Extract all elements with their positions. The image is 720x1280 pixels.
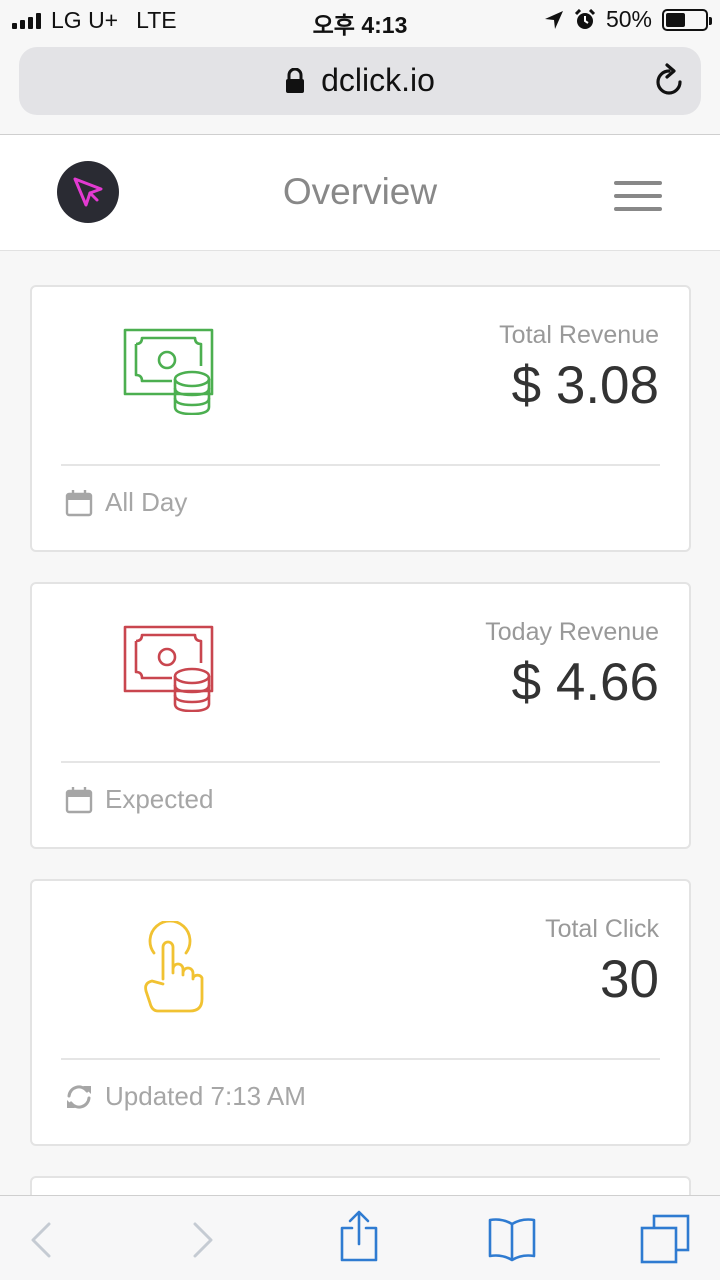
reload-icon[interactable]	[653, 63, 685, 97]
card-footer: All Day	[65, 487, 187, 518]
forward-arrow-icon[interactable]	[192, 1222, 214, 1258]
card-value: 30	[600, 950, 659, 1009]
money-coins-icon	[123, 625, 214, 712]
status-bar: LG U+ LTE 오후 4:13 50%	[0, 0, 720, 40]
page-title: Overview	[282, 171, 438, 212]
app-header: Overview	[0, 135, 720, 251]
card-label: Total Revenue	[499, 321, 659, 349]
card-value: $ 3.08	[511, 356, 659, 415]
card-label: Total Click	[545, 915, 659, 943]
card-footer-text: All Day	[105, 487, 188, 517]
total-click-card: Total Click 30 Updated 7:13 AM	[30, 879, 691, 1146]
calendar-icon	[65, 786, 93, 813]
calendar-icon	[65, 489, 93, 516]
hand-pointer-icon	[144, 921, 204, 1013]
card-value: $ 4.66	[511, 653, 659, 712]
battery-fill	[666, 12, 685, 27]
total-revenue-card: Total Revenue $ 3.08 All Day	[30, 285, 691, 552]
alarm-icon	[574, 8, 596, 29]
card-label: Today Revenue	[485, 618, 659, 646]
address-center: dclick.io	[19, 62, 701, 99]
browser-address-area: dclick.io	[0, 40, 720, 135]
card-footer-text: Updated 7:13 AM	[105, 1081, 306, 1111]
lock-icon	[286, 67, 305, 93]
address-bar[interactable]: dclick.io	[19, 47, 701, 115]
card-divider	[61, 761, 660, 763]
hamburger-menu-icon[interactable]	[614, 181, 662, 211]
card-footer: Updated 7:13 AM	[65, 1081, 306, 1112]
back-arrow-icon[interactable]	[30, 1222, 52, 1258]
share-icon[interactable]	[340, 1210, 378, 1262]
browser-toolbar	[0, 1195, 720, 1280]
location-arrow-icon	[544, 10, 563, 29]
url-text[interactable]: dclick.io	[321, 62, 435, 99]
battery-percent: 50%	[605, 6, 652, 32]
battery-icon	[662, 8, 712, 31]
today-revenue-card: Today Revenue $ 4.66 Expected	[30, 582, 691, 849]
card-divider	[61, 1058, 660, 1060]
card-footer-text: Expected	[105, 784, 214, 814]
bookmarks-icon[interactable]	[486, 1216, 538, 1262]
money-coins-icon	[123, 328, 214, 415]
card-divider	[61, 464, 660, 466]
status-right: 50%	[544, 6, 712, 33]
tabs-icon[interactable]	[640, 1214, 690, 1264]
card-footer: Expected	[65, 784, 213, 815]
refresh-icon	[67, 1084, 91, 1109]
